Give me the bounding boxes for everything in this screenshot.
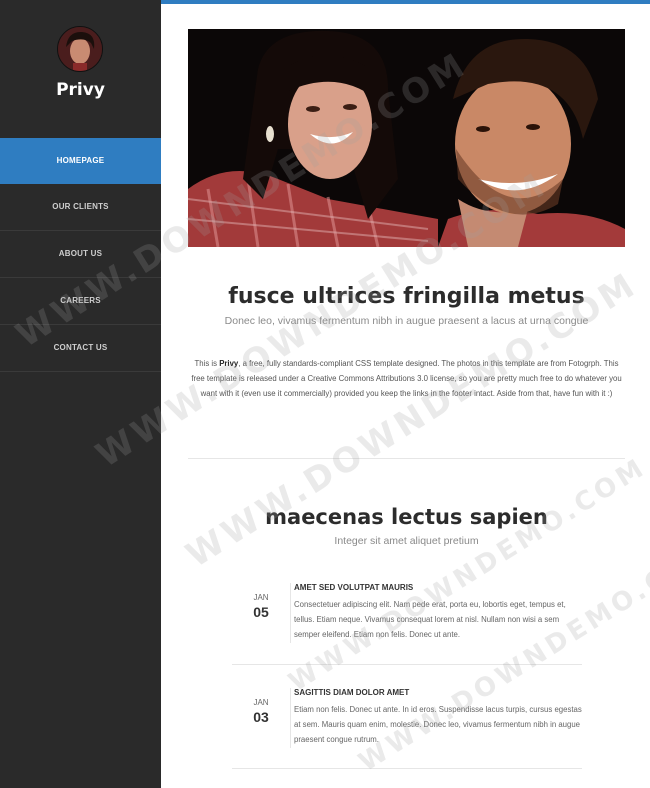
nav-item-about-us[interactable]: ABOUT US bbox=[0, 231, 161, 278]
avatar-image bbox=[58, 27, 102, 71]
nav-item-homepage[interactable]: HOMEPAGE bbox=[0, 138, 161, 184]
post-date: JAN 05 bbox=[242, 593, 280, 620]
post-date: JAN 03 bbox=[242, 698, 280, 725]
post-month: JAN bbox=[253, 593, 269, 602]
section-title-2: maecenas lectus sapien bbox=[265, 505, 548, 529]
hero-image bbox=[188, 29, 625, 247]
avatar[interactable] bbox=[57, 26, 103, 72]
post-day: 03 bbox=[253, 709, 269, 725]
post-title[interactable]: AMET SED VOLUTPAT MAURIS bbox=[294, 583, 413, 592]
section-divider bbox=[188, 458, 625, 459]
nav-item-contact-us[interactable]: CONTACT US bbox=[0, 325, 161, 372]
main-nav: HOMEPAGE OUR CLIENTS ABOUT US CAREERS CO… bbox=[0, 138, 161, 372]
post-item: JAN 03 SAGITTIS DIAM DOLOR AMET Etiam no… bbox=[232, 688, 582, 748]
post-date-separator bbox=[290, 583, 291, 643]
post-body: Consectetuer adipiscing elit. Nam pede e… bbox=[294, 600, 566, 639]
watermark: WWW.DOWNDEMO.COM bbox=[179, 264, 645, 576]
intro-text-start: This is bbox=[194, 359, 220, 368]
brand-name[interactable]: Privy bbox=[0, 80, 161, 100]
post-date-separator bbox=[290, 688, 291, 748]
post-divider bbox=[232, 664, 582, 665]
section-subtitle: Donec leo, vivamus fermentum nibh in aug… bbox=[224, 315, 589, 327]
intro-text-rest: , a free, fully standards-compliant CSS … bbox=[191, 359, 622, 398]
section-subtitle-2: Integer sit amet aliquet pretium bbox=[334, 535, 479, 547]
intro-paragraph: This is Privy, a free, fully standards-c… bbox=[188, 356, 625, 401]
intro-brand-name: Privy bbox=[219, 359, 239, 368]
section-title: fusce ultrices fringilla metus bbox=[228, 284, 585, 309]
sidebar: Privy HOMEPAGE OUR CLIENTS ABOUT US CARE… bbox=[0, 0, 161, 788]
nav-item-careers[interactable]: CAREERS bbox=[0, 278, 161, 325]
post-item: JAN 05 AMET SED VOLUTPAT MAURIS Consecte… bbox=[232, 583, 582, 643]
post-body: Etiam non felis. Donec ut ante. In id er… bbox=[294, 705, 582, 744]
post-day: 05 bbox=[253, 604, 269, 620]
nav-item-our-clients[interactable]: OUR CLIENTS bbox=[0, 184, 161, 231]
post-title[interactable]: SAGITTIS DIAM DOLOR AMET bbox=[294, 688, 409, 697]
post-month: JAN bbox=[253, 698, 269, 707]
post-divider bbox=[232, 768, 582, 769]
watermark: WWW.DOWNDEMO.COM bbox=[283, 452, 650, 698]
hero-photo bbox=[188, 29, 625, 247]
top-accent-bar bbox=[161, 0, 650, 4]
